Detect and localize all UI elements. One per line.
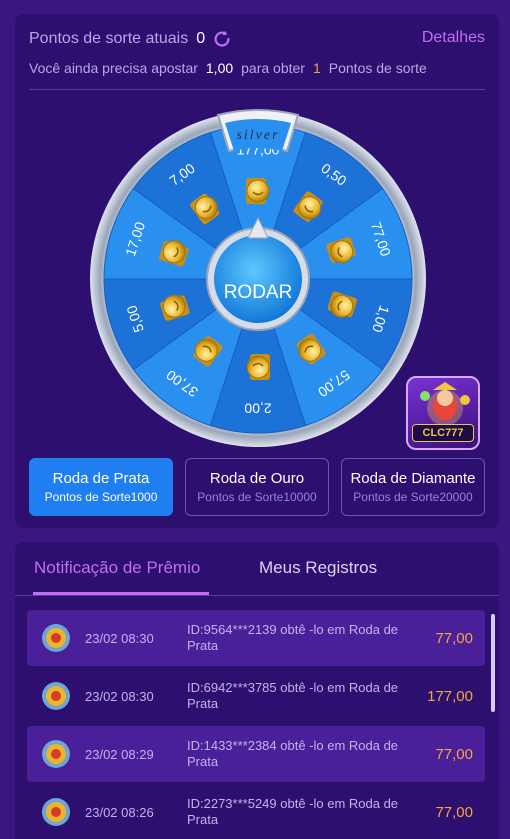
need-points: 1 — [312, 60, 321, 76]
tab-gold-wheel[interactable]: Roda de Ouro Pontos de Sorte10000 — [185, 458, 329, 516]
list-item: 23/02 08:29 ID:1433***2384 obtê -lo em R… — [27, 726, 485, 782]
record-time: 23/02 08:26 — [85, 804, 154, 820]
tab-title: Roda de Prata — [52, 470, 150, 487]
record-time: 23/02 08:30 — [85, 630, 154, 646]
bet-requirement-text: Você ainda precisa apostar 1,00 para obter… — [29, 60, 427, 76]
tab-prize-notifications[interactable]: Notificação de Prêmio — [34, 558, 200, 578]
need-suffix: Pontos de sorte — [328, 60, 427, 76]
active-tab-underline — [33, 592, 209, 595]
app-badge[interactable]: CLC777 — [406, 376, 480, 450]
wheel-type-tabs: Roda de Prata Pontos de Sorte1000 Roda d… — [29, 458, 485, 516]
refresh-icon[interactable] — [211, 28, 233, 50]
wheel-segment-label: 2,00 — [244, 400, 271, 416]
wheel-tier-label: silver — [236, 128, 279, 143]
coin-icon — [246, 178, 270, 204]
list-item: 23/02 08:26 ID:2273***5249 obtê -lo em R… — [27, 784, 485, 839]
need-mid: para obter — [241, 60, 305, 76]
tab-subtitle: Pontos de Sorte10000 — [197, 490, 317, 504]
lucky-points-label: Pontos de sorte atuais — [29, 30, 189, 47]
coin-icon — [42, 798, 70, 826]
tab-diamond-wheel[interactable]: Roda de Diamante Pontos de Sorte20000 — [341, 458, 485, 516]
need-prefix: Você ainda precisa apostar — [29, 60, 198, 76]
record-text: ID:9564***2139 obtê -lo em Roda de Prata — [187, 622, 399, 653]
tab-silver-wheel[interactable]: Roda de Prata Pontos de Sorte1000 — [29, 458, 173, 516]
tab-subtitle: Pontos de Sorte1000 — [44, 490, 158, 504]
divider — [29, 89, 485, 90]
spin-button[interactable]: RODAR — [214, 263, 302, 323]
coin-icon — [42, 624, 70, 652]
record-amount: 77,00 — [435, 745, 473, 763]
record-amount: 77,00 — [435, 803, 473, 821]
coin-icon — [42, 740, 70, 768]
record-time: 23/02 08:29 — [85, 746, 154, 762]
tab-title: Roda de Diamante — [350, 470, 476, 487]
coin-icon — [42, 682, 70, 710]
record-text: ID:2273***5249 obtê -lo em Roda de Prata — [187, 796, 399, 827]
list-item: 23/02 08:30 ID:9564***2139 obtê -lo em R… — [27, 610, 485, 666]
record-amount: 77,00 — [435, 629, 473, 647]
list-item: 23/02 08:30 ID:6942***3785 obtê -lo em R… — [27, 668, 485, 724]
badge-logo-text: CLC777 — [412, 424, 474, 442]
prize-wheel: 177,00 0,50 77,00 1,00 57,00 2,00 37,00 5,00 17,… — [88, 109, 428, 449]
tab-my-records[interactable]: Meus Registros — [259, 558, 377, 578]
spin-button-label: RODAR — [223, 282, 293, 303]
coin-icon — [246, 354, 270, 380]
lucky-points-row: Pontos de sorte atuais 0 — [29, 28, 233, 50]
wheel-panel: Pontos de sorte atuais 0 Detalhes Você a… — [15, 14, 499, 528]
tab-subtitle: Pontos de Sorte20000 — [353, 490, 473, 504]
notification-tabs: Notificação de Prêmio Meus Registros — [15, 542, 499, 596]
list-scrollbar[interactable] — [491, 614, 495, 712]
lucky-points-value: 0 — [196, 30, 206, 47]
tab-title: Roda de Ouro — [209, 470, 305, 487]
record-time: 23/02 08:30 — [85, 688, 154, 704]
record-amount: 177,00 — [427, 687, 473, 705]
record-text: ID:1433***2384 obtê -lo em Roda de Prata — [187, 738, 399, 769]
details-link[interactable]: Detalhes — [422, 29, 485, 47]
record-text: ID:6942***3785 obtê -lo em Roda de Prata — [187, 680, 399, 711]
need-amount: 1,00 — [205, 60, 234, 76]
notifications-panel: Notificação de Prêmio Meus Registros 23/… — [15, 542, 499, 839]
